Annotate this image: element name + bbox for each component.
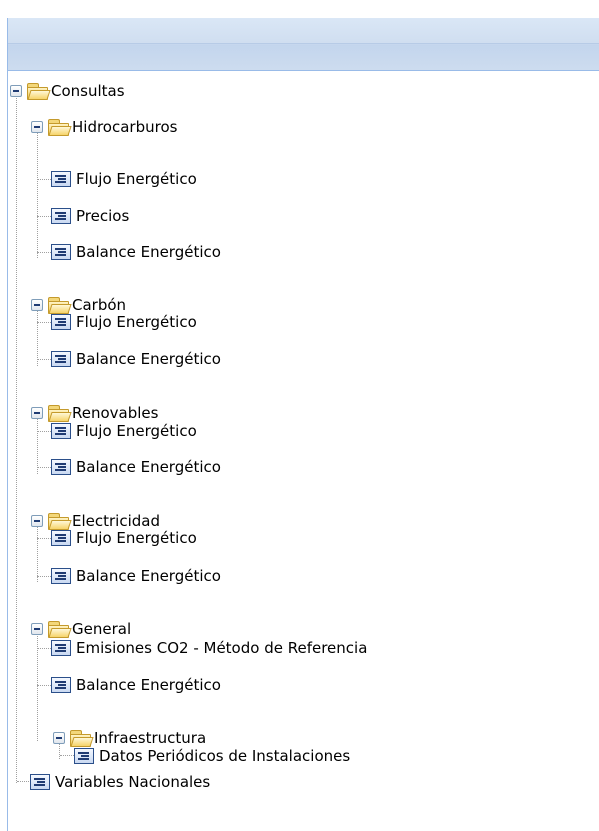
leaf-label: Flujo Energético — [76, 170, 197, 188]
panel-header — [8, 18, 599, 71]
leaf-label: Datos Periódicos de Instalaciones — [99, 747, 351, 765]
document-lines-icon — [51, 568, 71, 584]
tree-leaf-hidrocarburos-flujo[interactable]: Flujo Energético — [51, 161, 197, 197]
tree-leaf-hidrocarburos-balance[interactable]: Balance Energético — [51, 234, 221, 270]
minus-box-icon[interactable] — [31, 299, 43, 311]
tree-connector — [37, 216, 51, 217]
tree-connector — [37, 467, 51, 468]
leaf-label: Flujo Energético — [76, 422, 197, 440]
tree-leaf-general-balance[interactable]: Balance Energético — [51, 667, 221, 703]
tree-node-consultas[interactable]: Consultas — [10, 73, 125, 109]
document-lines-icon — [51, 244, 71, 260]
tree-node-hidrocarburos[interactable]: Hidrocarburos — [31, 109, 177, 145]
document-lines-icon — [51, 530, 71, 546]
document-lines-icon — [51, 459, 71, 475]
minus-box-icon[interactable] — [10, 85, 22, 97]
leaf-label: Emisiones CO2 - Método de Referencia — [76, 639, 368, 657]
leaf-label: Balance Energético — [76, 243, 221, 261]
node-label: Consultas — [51, 82, 125, 100]
document-lines-icon — [51, 423, 71, 439]
leaf-label: Balance Energético — [76, 458, 221, 476]
tree-leaf-renovables-balance[interactable]: Balance Energético — [51, 449, 221, 485]
tree-connector — [16, 91, 17, 783]
document-lines-icon — [51, 640, 71, 656]
document-lines-icon — [51, 351, 71, 367]
document-lines-icon — [51, 314, 71, 330]
tree-leaf-general-emisiones[interactable]: Emisiones CO2 - Método de Referencia — [51, 630, 367, 666]
document-lines-icon — [51, 208, 71, 224]
tree-leaf-electricidad-balance[interactable]: Balance Energético — [51, 558, 221, 594]
document-lines-icon — [51, 171, 71, 187]
node-label: Hidrocarburos — [72, 118, 178, 136]
tree-connector — [37, 576, 51, 577]
leaf-label: Variables Nacionales — [55, 773, 211, 791]
leaf-label: Balance Energético — [76, 676, 221, 694]
tree-leaf-carbon-flujo[interactable]: Flujo Energético — [51, 304, 197, 340]
tree-leaf-variables-nacionales[interactable]: Variables Nacionales — [30, 764, 210, 800]
document-lines-icon — [30, 774, 50, 790]
leaf-label: Flujo Energético — [76, 313, 197, 331]
tree-connector — [37, 127, 38, 258]
tree-connector — [37, 648, 51, 649]
tree-leaf-carbon-balance[interactable]: Balance Energético — [51, 341, 221, 377]
leaf-label: Flujo Energético — [76, 529, 197, 547]
tree-leaf-electricidad-flujo[interactable]: Flujo Energético — [51, 520, 197, 556]
leaf-label: Balance Energético — [76, 350, 221, 368]
folder-open-icon — [26, 83, 51, 100]
minus-box-icon[interactable] — [31, 515, 43, 527]
tree-leaf-hidrocarburos-precios[interactable]: Precios — [51, 198, 129, 234]
leaf-label: Balance Energético — [76, 567, 221, 585]
minus-box-icon[interactable] — [31, 121, 43, 133]
tree-connector — [37, 252, 51, 253]
minus-box-icon[interactable] — [53, 732, 65, 744]
minus-box-icon[interactable] — [31, 407, 43, 419]
tree-connector — [37, 431, 51, 432]
header-divider — [8, 43, 599, 44]
tree-connector — [37, 685, 51, 686]
document-lines-icon — [74, 748, 94, 764]
tree-connector — [37, 359, 51, 360]
document-lines-icon — [51, 677, 71, 693]
minus-box-icon[interactable] — [31, 623, 43, 635]
folder-open-icon — [47, 119, 72, 136]
leaf-label: Precios — [76, 207, 130, 225]
tree-connector — [37, 179, 51, 180]
consultas-tree: Consultas Hidrocarburos Flujo Energético… — [8, 71, 599, 831]
tree-leaf-renovables-flujo[interactable]: Flujo Energético — [51, 413, 197, 449]
tree-panel: Consultas Hidrocarburos Flujo Energético… — [7, 18, 599, 831]
